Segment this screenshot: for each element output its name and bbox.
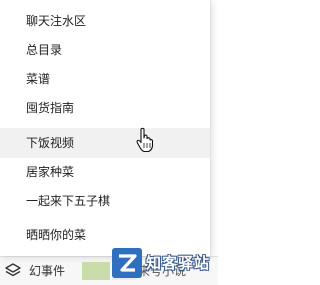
menu-item-recipes[interactable]: 菜谱 — [0, 64, 210, 94]
site-watermark: 知客驿站 — [112, 246, 216, 282]
z-logo-icon — [112, 248, 142, 278]
menu-item-main-directory[interactable]: 总目录 — [0, 35, 210, 65]
hand-pointer-icon — [136, 127, 154, 153]
menu-item-home-gardening[interactable]: 居家种菜 — [0, 157, 210, 187]
menu-item-gomoku[interactable]: 一起来下五子棋 — [0, 186, 210, 216]
layers-icon[interactable] — [4, 262, 22, 280]
dropdown-menu: 聊天注水区 总目录 菜谱 囤货指南 下饭视频 居家种菜 一起来下五子棋 晒晒你的… — [0, 0, 211, 256]
menu-item-chat-area[interactable]: 聊天注水区 — [0, 6, 210, 36]
menu-item-stocking-guide[interactable]: 囤货指南 — [0, 93, 210, 123]
menu-item-meal-videos[interactable]: 下饭视频 — [0, 128, 210, 158]
watermark-text: 知客驿站 — [146, 254, 211, 272]
bottom-bar-label[interactable]: 幻事件 — [29, 262, 65, 280]
thumbnail-strip — [82, 262, 110, 280]
